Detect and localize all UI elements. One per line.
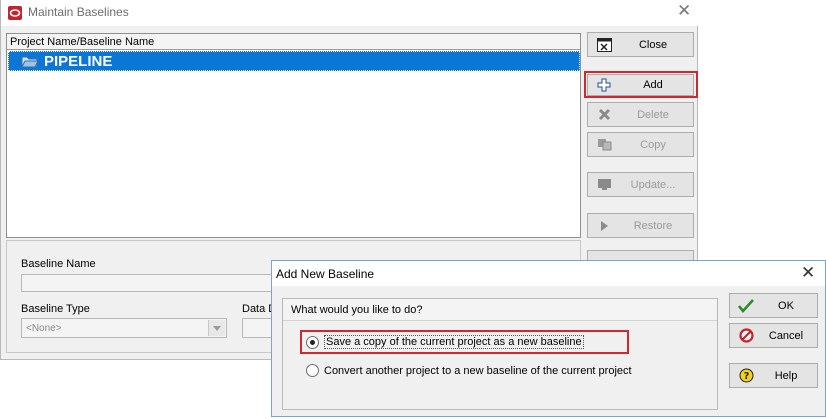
list-item-label: PIPELINE xyxy=(44,53,113,70)
baseline-name-label: Baseline Name xyxy=(21,258,96,270)
help-question-icon: ? xyxy=(737,368,755,384)
dialog-close-icon[interactable]: ✕ xyxy=(801,265,815,282)
folder-icon xyxy=(21,55,39,71)
option-convert-project[interactable]: Convert another project to a new baselin… xyxy=(306,364,632,377)
question-bar: What would you like to do? xyxy=(283,299,717,321)
baseline-type-label: Baseline Type xyxy=(21,303,90,315)
help-button[interactable]: ? Help xyxy=(729,363,818,388)
restore-button[interactable]: Restore xyxy=(587,213,694,238)
add-new-baseline-dialog: Add New Baseline ✕ What would you like t… xyxy=(271,260,826,417)
option-save-copy[interactable]: Save a copy of the current project as a … xyxy=(306,335,584,349)
delete-x-icon xyxy=(595,107,613,123)
option-save-copy-label: Save a copy of the current project as a … xyxy=(324,335,584,349)
copy-button[interactable]: Copy xyxy=(587,132,694,157)
app-logo-icon xyxy=(8,6,22,23)
baseline-type-select[interactable]: <None> xyxy=(21,318,227,338)
cancel-circle-icon xyxy=(737,328,755,344)
update-icon xyxy=(595,177,613,193)
close-icon[interactable]: ✕ xyxy=(677,3,691,20)
svg-text:?: ? xyxy=(743,371,749,382)
list-item-selected[interactable]: PIPELINE xyxy=(8,51,580,71)
plus-icon xyxy=(595,77,613,93)
update-button[interactable]: Update... xyxy=(587,172,694,197)
list-header[interactable]: Project Name/Baseline Name xyxy=(7,34,580,50)
delete-button[interactable]: Delete xyxy=(587,102,694,127)
checkmark-icon xyxy=(737,298,755,314)
dialog-title-bar: Add New Baseline ✕ xyxy=(272,261,825,286)
ok-button[interactable]: OK xyxy=(729,293,818,318)
play-arrow-icon xyxy=(595,218,613,234)
window-title: Maintain Baselines xyxy=(28,5,129,19)
cancel-button[interactable]: Cancel xyxy=(729,323,818,348)
chevron-down-icon[interactable] xyxy=(208,320,225,336)
baseline-type-value: <None> xyxy=(26,323,62,334)
title-bar: Maintain Baselines ✕ xyxy=(1,0,699,26)
baseline-list[interactable]: Project Name/Baseline Name PIPELINE xyxy=(6,33,581,238)
question-text: What would you like to do? xyxy=(291,304,423,316)
close-window-icon xyxy=(595,37,613,53)
add-button[interactable]: Add xyxy=(587,74,694,96)
copy-icon xyxy=(595,137,613,153)
radio-save-copy[interactable] xyxy=(306,335,319,349)
options-group: What would you like to do? Save a copy o… xyxy=(282,298,718,410)
radio-convert-project[interactable] xyxy=(306,364,319,377)
close-button[interactable]: Close xyxy=(587,32,694,57)
column-header-project-name[interactable]: Project Name/Baseline Name xyxy=(10,36,154,48)
dialog-title: Add New Baseline xyxy=(276,267,375,281)
option-convert-project-label: Convert another project to a new baselin… xyxy=(324,364,632,377)
